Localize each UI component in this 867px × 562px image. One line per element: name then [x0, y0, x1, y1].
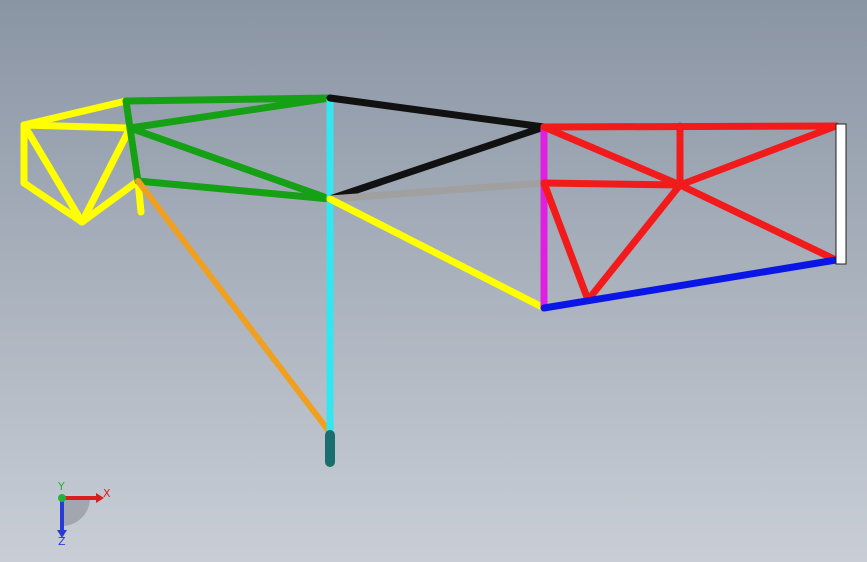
z-axis-label: Z — [58, 535, 66, 548]
x-axis-label: X — [103, 487, 111, 500]
viewport-background — [0, 0, 867, 562]
model-viewport[interactable]: X Y Z — [0, 0, 867, 562]
truss-member[interactable] — [20, 121, 134, 132]
y-axis-dot-icon — [58, 494, 66, 502]
truss-member[interactable] — [540, 179, 684, 189]
column-foot[interactable] — [325, 430, 335, 467]
truss-member[interactable] — [540, 122, 840, 131]
end-post[interactable] — [835, 123, 847, 265]
y-axis-label: Y — [57, 480, 65, 493]
